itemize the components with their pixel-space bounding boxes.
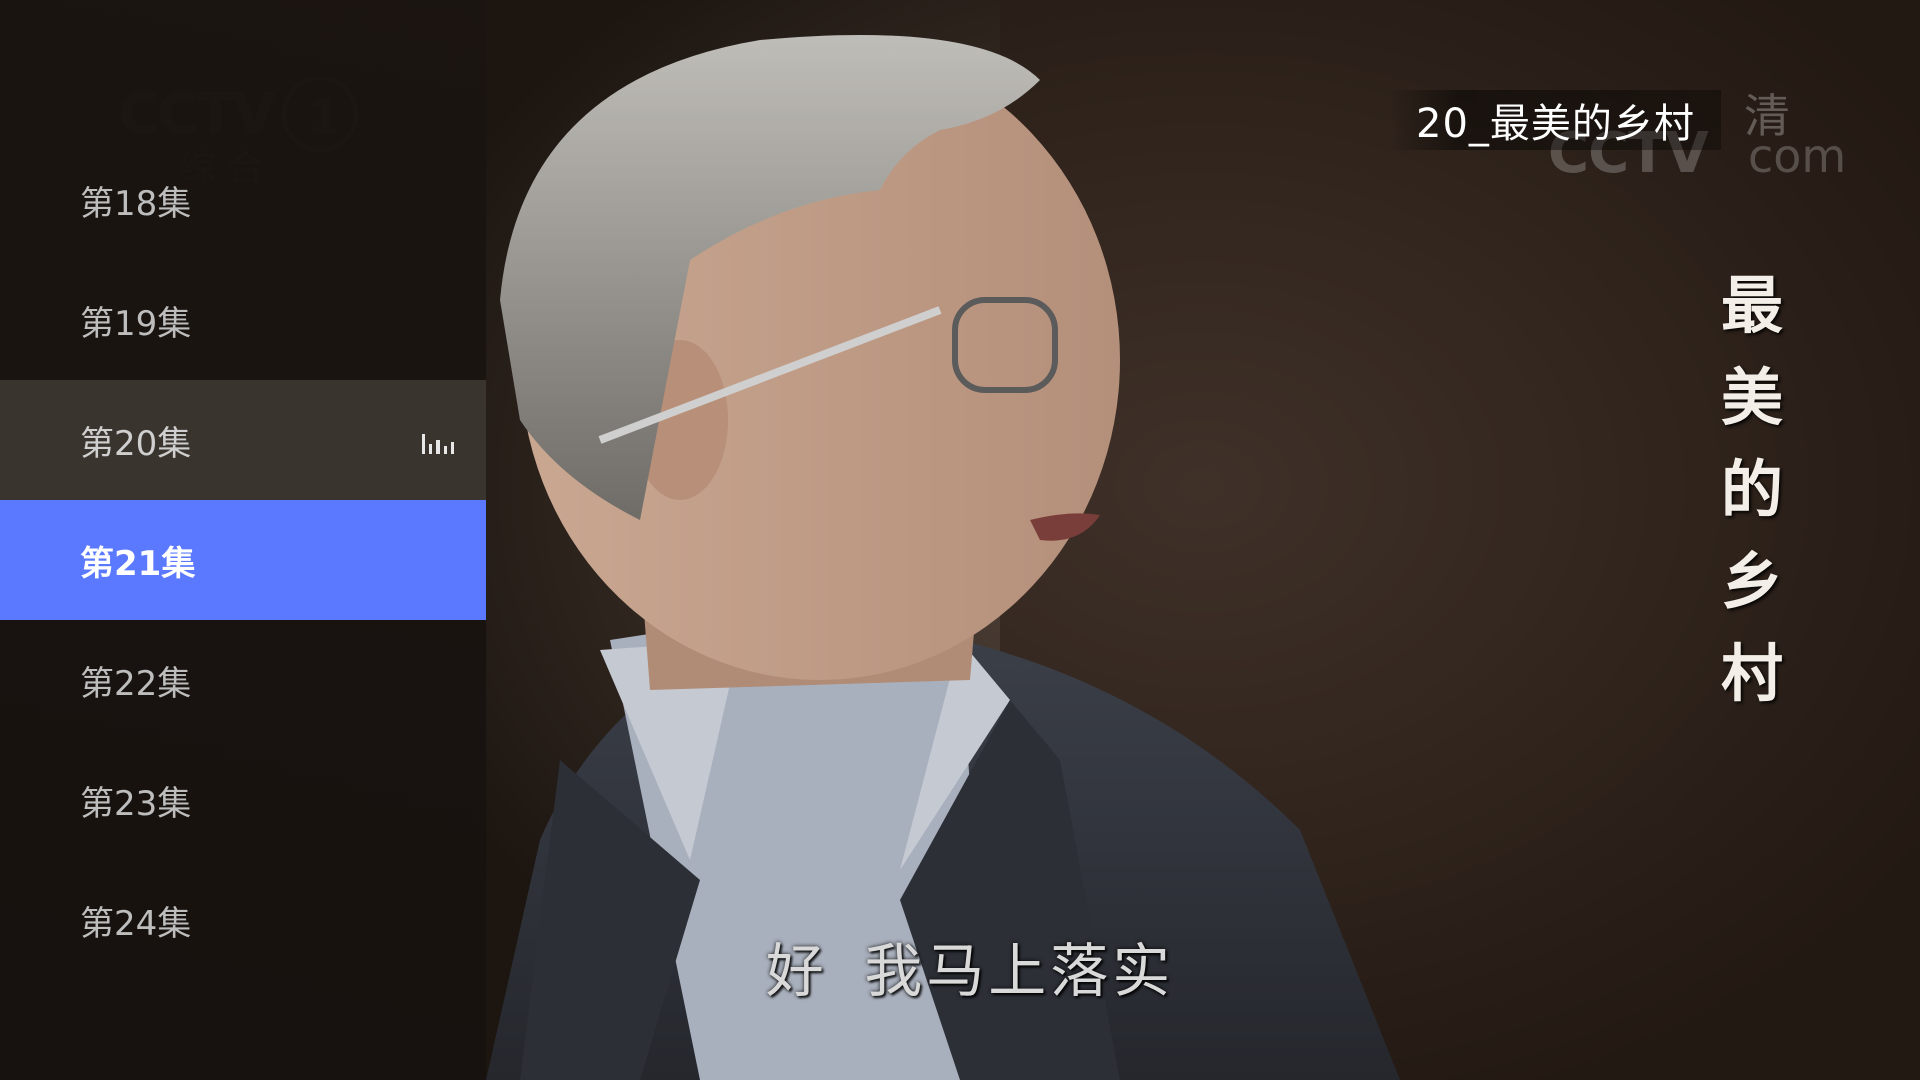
vertical-title-char: 村: [1720, 637, 1783, 710]
hd-qing-mark: 清: [1744, 89, 1790, 143]
episode-item-23[interactable]: 第23集: [0, 740, 486, 860]
episode-list: 第18集 第19集 第20集 第21集 第22集 第23集 第24集: [0, 140, 486, 980]
episode-item-19[interactable]: 第19集: [0, 260, 486, 380]
vertical-title-char: 乡: [1720, 545, 1783, 618]
vertical-show-title: 最 美 的 乡 村: [1712, 270, 1792, 710]
vertical-title-char: 最: [1720, 269, 1783, 342]
episode-label: 第22集: [80, 663, 192, 704]
episode-label: 第18集: [80, 183, 192, 224]
now-playing-title: 20_最美的乡村: [1390, 90, 1721, 150]
playing-bars-icon: [422, 432, 455, 454]
episode-item-18[interactable]: 第18集: [0, 140, 486, 260]
episode-item-22[interactable]: 第22集: [0, 620, 486, 740]
episode-panel: 第18集 第19集 第20集 第21集 第22集 第23集 第24集: [0, 0, 486, 1080]
episode-label: 第24集: [80, 903, 192, 944]
episode-label: 第21集: [80, 543, 196, 584]
episode-item-24[interactable]: 第24集: [0, 860, 486, 980]
episode-label: 第19集: [80, 303, 192, 344]
video-player[interactable]: CCTV 1 综 合 CCTV com 清 20_最美的乡村 最 美 的 乡 村…: [0, 0, 1920, 1080]
episode-label: 第20集: [80, 423, 192, 464]
episode-item-21-focused[interactable]: 第21集: [0, 500, 486, 620]
vertical-title-char: 美: [1720, 361, 1783, 434]
video-subtitle: 好 我马上落实: [765, 937, 1175, 1005]
episode-label: 第23集: [80, 783, 192, 824]
vertical-title-char: 的: [1720, 453, 1783, 526]
episode-item-20-playing[interactable]: 第20集: [0, 380, 486, 500]
